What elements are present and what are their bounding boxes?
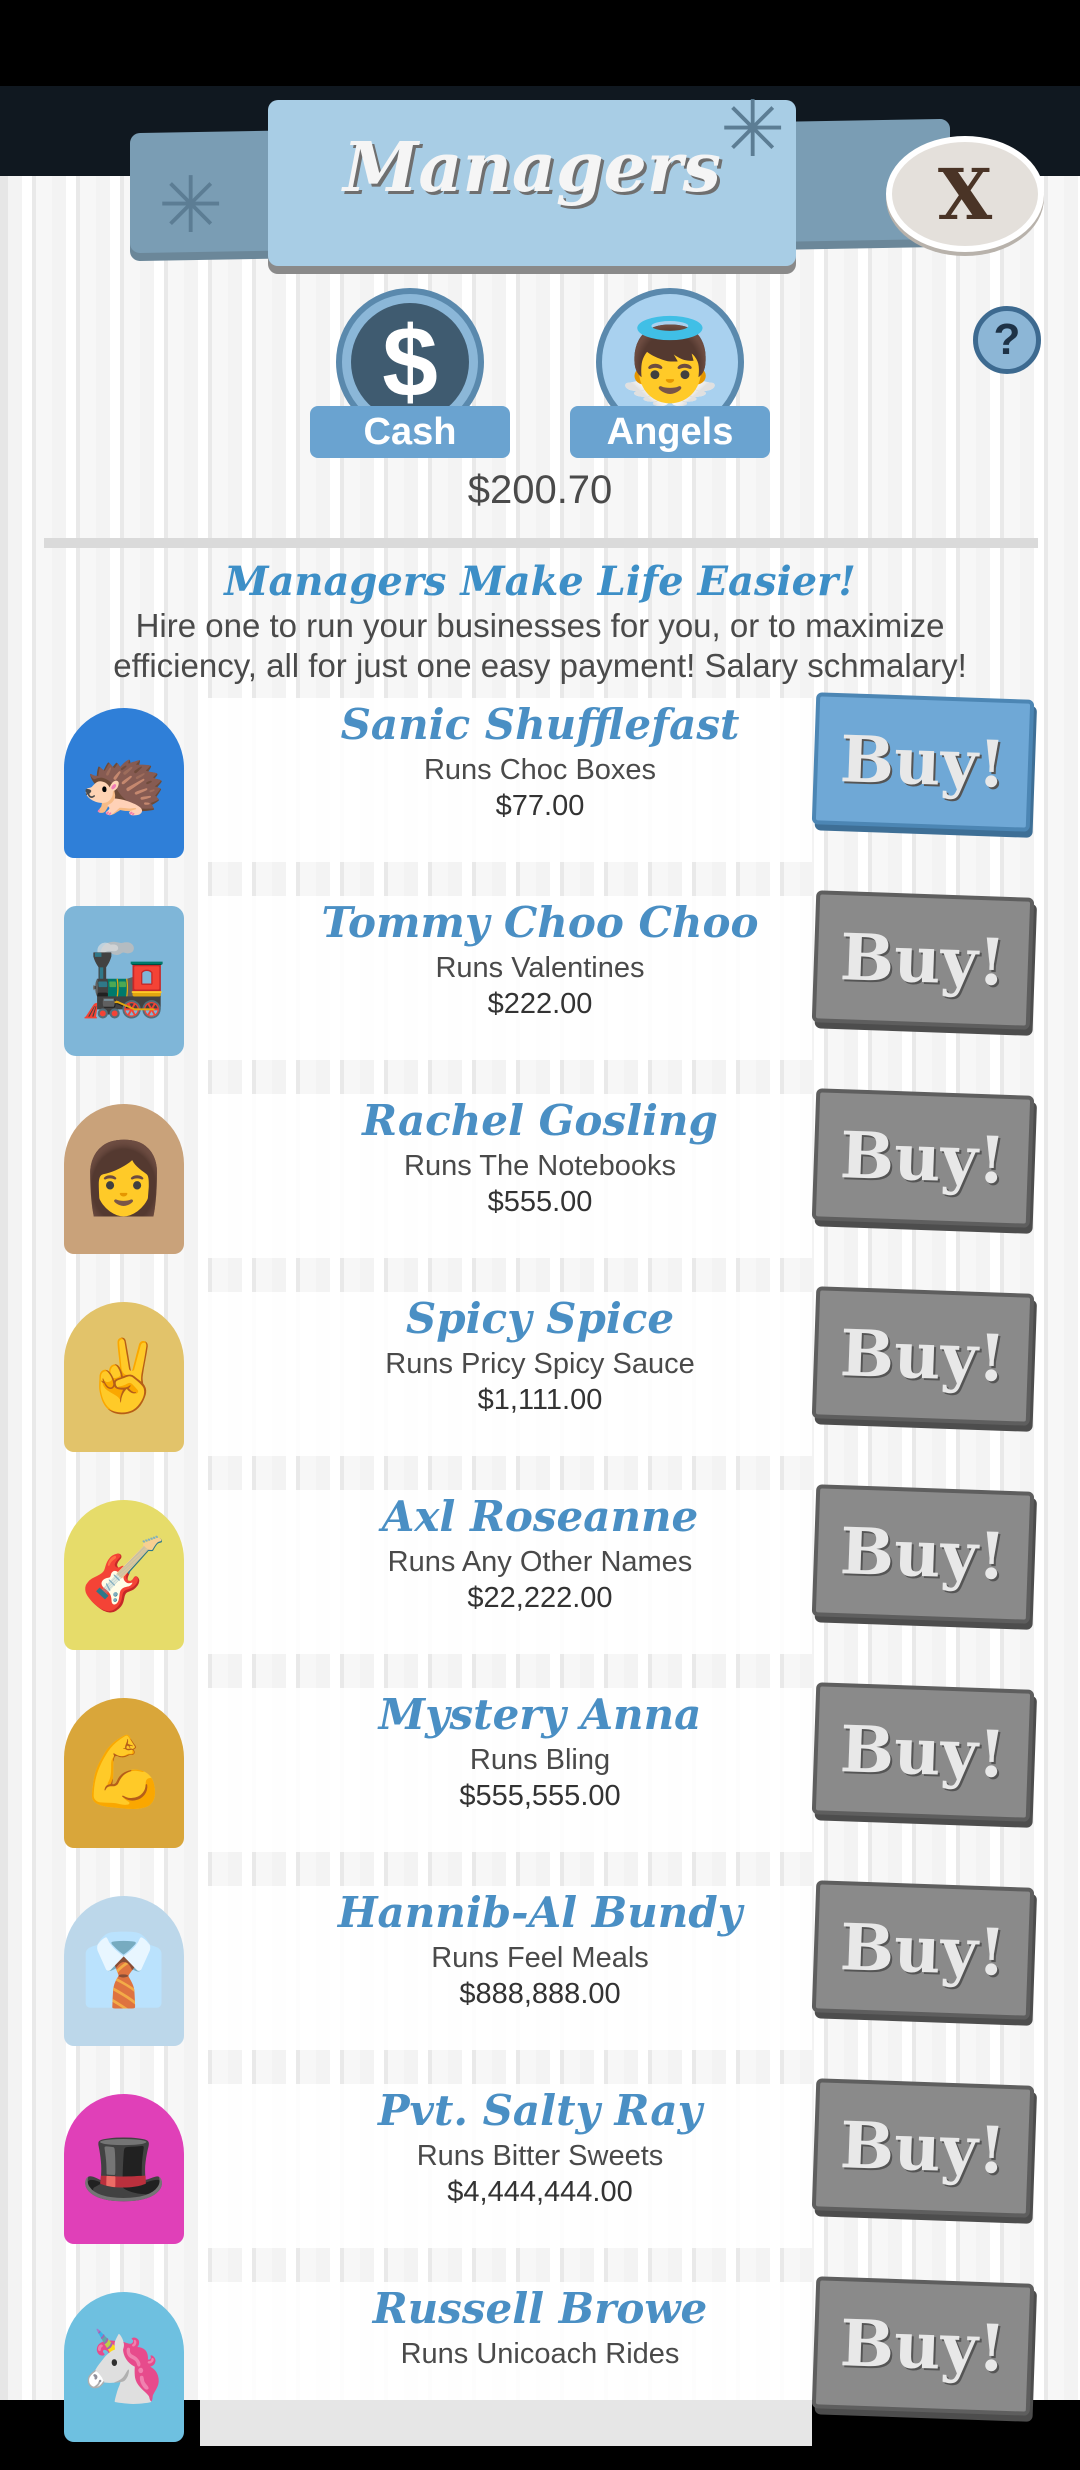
manager-price: $555.00 [487,1186,593,1218]
manager-business: Runs Feel Meals [431,1942,649,1974]
manager-business: Runs Unicoach Rides [400,2338,680,2370]
manager-portrait: 🎩 [42,2076,206,2244]
manager-price: $888,888.00 [459,1978,621,2010]
woman-portrait-icon: 👩 [64,1104,184,1254]
manager-business: Runs Pricy Spicy Sauce [385,1348,695,1380]
manager-row: ✌ Spicy Spice Runs Pricy Spicy Sauce $1,… [0,1284,1080,1480]
manager-portrait: 👩 [42,1086,206,1254]
captain-portrait-icon: 🎩 [64,2094,184,2244]
manager-price: $555,555.00 [459,1780,621,1812]
manager-price: $77.00 [495,790,585,822]
manager-name: Spicy Spice [405,1294,675,1343]
tab-angels[interactable]: 👼 Angels [570,288,770,458]
manager-row: 🚂 Tommy Choo Choo Runs Valentines $222.0… [0,888,1080,1084]
manager-name: Pvt. Salty Ray [377,2086,703,2135]
cash-balance: $200.70 [467,468,613,512]
manager-portrait: 💪 [42,1680,206,1848]
manager-price: $22,222.00 [467,1582,613,1614]
close-button[interactable]: X [886,136,1044,252]
tab-cash[interactable]: $ Cash [310,288,510,458]
help-button[interactable]: ? [973,306,1041,374]
manager-row: 🦄 Russell Browe Runs Unicoach Rides Buy! [0,2274,1080,2470]
manager-business: Runs Bitter Sweets [416,2140,664,2172]
buy-button[interactable]: Buy! [811,1880,1035,2020]
unicorn-portrait-icon: 🦄 [64,2292,184,2442]
tab-angels-label: Angels [570,406,770,458]
manager-portrait: 👔 [42,1878,206,2046]
manager-row: 👔 Hannib-Al Bundy Runs Feel Meals $888,8… [0,1878,1080,2074]
manager-price: $222.00 [487,988,593,1020]
buy-button[interactable]: Buy! [811,692,1035,832]
pop-star-portrait-icon: ✌ [64,1302,184,1452]
manager-business: Runs Bling [469,1744,611,1776]
header: ✳ ✳ Managers X [0,0,1080,300]
buy-button[interactable]: Buy! [811,1484,1035,1624]
cupid-icon: 👼 [618,316,722,407]
manager-portrait: 🦔 [42,690,206,858]
tab-cash-label: Cash [310,406,510,458]
manager-portrait: 🎸 [42,1482,206,1650]
manager-portrait: 🚂 [42,888,206,1056]
intro-text: Hire one to run your businesses for you,… [113,607,967,684]
manager-name: Rachel Gosling [362,1096,718,1145]
manager-business: Runs Choc Boxes [423,754,657,786]
train-portrait-icon: 🚂 [64,906,184,1056]
buy-button[interactable]: Buy! [811,1682,1035,1822]
manager-portrait: 🦄 [42,2274,206,2442]
manager-name: Hannib-Al Bundy [337,1888,743,1937]
manager-business: Runs Any Other Names [387,1546,693,1578]
page-title: Managers [343,128,721,208]
manager-name: Axl Roseanne [381,1492,699,1541]
manager-row: 🎩 Pvt. Salty Ray Runs Bitter Sweets $4,4… [0,2076,1080,2272]
intro-title: Managers Make Life Easier! [224,558,856,605]
manager-portrait: ✌ [42,1284,206,1452]
manager-row: 👩 Rachel Gosling Runs The Notebooks $555… [0,1086,1080,1282]
buy-button[interactable]: Buy! [811,2078,1035,2218]
manager-row: 💪 Mystery Anna Runs Bling $555,555.00 Bu… [0,1680,1080,1876]
buy-button[interactable]: Buy! [811,2276,1035,2416]
manager-business: Runs Valentines [435,952,645,984]
manager-name: Russell Browe [372,2284,708,2333]
buy-button[interactable]: Buy! [811,890,1035,1030]
manager-price: $1,111.00 [477,1384,603,1416]
dollar-icon: $ [351,303,469,421]
manager-business: Runs The Notebooks [404,1150,676,1182]
hedgehog-portrait-icon: 🦔 [64,708,184,858]
divider [44,538,1038,548]
manager-price: $4,444,444.00 [447,2176,633,2208]
bound-man-portrait-icon: 👔 [64,1896,184,2046]
manager-name: Mystery Anna [378,1690,702,1739]
manager-name: Tommy Choo Choo [321,898,759,947]
buy-button[interactable]: Buy! [811,1286,1035,1426]
manager-row: 🦔 Sanic Shufflefast Runs Choc Boxes $77.… [0,690,1080,886]
rocker-portrait-icon: 🎸 [64,1500,184,1650]
manager-name: Sanic Shufflefast [340,700,740,749]
manager-row: 🎸 Axl Roseanne Runs Any Other Names $22,… [0,1482,1080,1678]
buy-button[interactable]: Buy! [811,1088,1035,1228]
gold-chains-portrait-icon: 💪 [64,1698,184,1848]
starburst-icon: ✳ [158,161,224,249]
